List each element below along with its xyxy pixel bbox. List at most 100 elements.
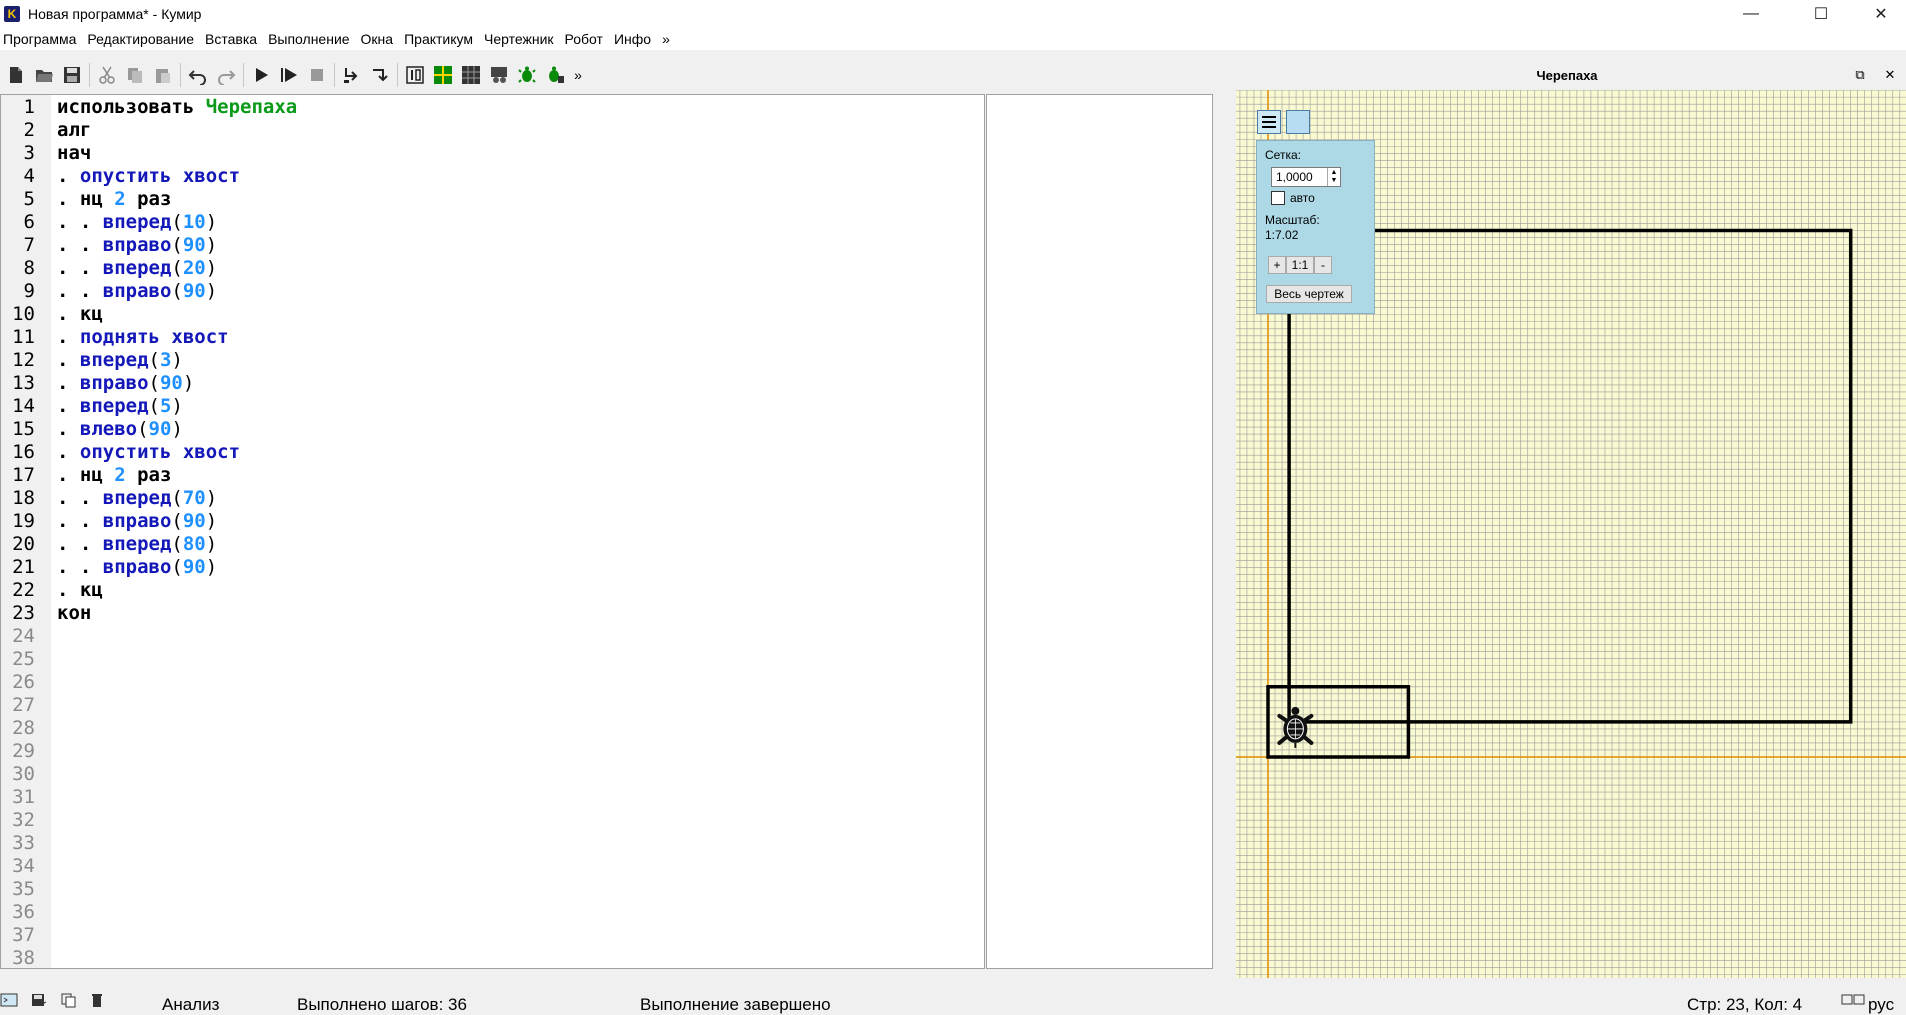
menu-draftsman[interactable]: Чертежник — [481, 31, 562, 47]
code-line[interactable]: . . вправо(90) — [57, 510, 217, 532]
maximize-button[interactable]: ☐ — [1798, 0, 1844, 28]
code-token: вправо — [102, 280, 172, 302]
code-line[interactable]: . вперед(3) — [57, 349, 183, 371]
turtle-green-icon[interactable] — [513, 61, 541, 89]
hamburger-menu-icon[interactable] — [1257, 110, 1281, 134]
cut-icon[interactable] — [93, 61, 121, 89]
toolbar-overflow[interactable]: » — [569, 61, 587, 89]
code-token: нач — [57, 142, 92, 164]
step-over-icon[interactable] — [338, 61, 366, 89]
code-line[interactable]: . поднять хвост — [57, 326, 229, 348]
code-token: ( — [137, 418, 149, 440]
code-line[interactable]: . кц — [57, 579, 103, 601]
code-line[interactable]: . . вправо(90) — [57, 556, 217, 578]
code-token: раз — [125, 188, 172, 210]
menu-program[interactable]: Программа — [0, 31, 84, 47]
save-icon[interactable] — [58, 61, 86, 89]
code-line[interactable]: . опустить хвост — [57, 165, 240, 187]
language-indicator[interactable]: рус — [1868, 995, 1894, 1015]
code-line[interactable]: . кц — [57, 303, 103, 325]
code-line[interactable]: . вправо(90) — [57, 372, 194, 394]
close-panel-icon[interactable]: ✕ — [1882, 67, 1898, 83]
code-editor[interactable]: 1 2 3 4 5 6 7 8 9 10 11 12 13 14 15 16 17 18 19 20 21 22 23 24 2… — [0, 94, 985, 969]
float-window-icon[interactable]: ⧉ — [1852, 67, 1868, 83]
code-token: . . — [57, 510, 103, 532]
code-token: . — [57, 372, 80, 394]
step-run-icon[interactable] — [275, 61, 303, 89]
code-token: раз — [125, 464, 172, 486]
execution-status: Выполнение завершено — [640, 995, 831, 1014]
turtle-panel-title: Черепаха — [1536, 67, 1598, 83]
code-line[interactable]: . нц 2 раз — [57, 188, 171, 210]
line-number: 38 — [12, 947, 35, 969]
code-token: 3 — [159, 349, 172, 371]
grid-step-spinner[interactable]: ▲ ▼ — [1327, 168, 1340, 186]
zoom-out-button[interactable]: - — [1314, 256, 1332, 274]
code-line[interactable]: . опустить хвост — [57, 441, 240, 463]
menu-info[interactable]: Инфо — [611, 31, 659, 47]
menu-edit[interactable]: Редактирование — [84, 31, 202, 47]
code-line[interactable]: использовать Черепаха — [57, 96, 297, 118]
auto-checkbox[interactable] — [1271, 191, 1285, 205]
zoom-reset-button[interactable]: 1:1 — [1286, 256, 1314, 274]
code-line[interactable]: . . вперед(10) — [57, 211, 217, 233]
code-line[interactable]: . вперед(5) — [57, 395, 183, 417]
zoom-in-button[interactable]: + — [1268, 256, 1286, 274]
copy-output-icon[interactable] — [60, 992, 78, 1008]
redo-icon[interactable] — [212, 61, 240, 89]
code-token: . нц — [57, 188, 115, 210]
code-line[interactable]: кон — [57, 602, 91, 624]
code-token: вперед — [102, 487, 172, 509]
code-line[interactable]: . нц 2 раз — [57, 464, 171, 486]
save-output-icon[interactable] — [30, 992, 48, 1008]
line-number: 32 — [12, 809, 35, 831]
code-line[interactable]: . . вперед(80) — [57, 533, 217, 555]
step-into-icon[interactable] — [366, 61, 394, 89]
code-line[interactable]: . . вправо(90) — [57, 280, 217, 302]
open-folder-icon[interactable] — [30, 61, 58, 89]
grid-green-icon[interactable] — [429, 61, 457, 89]
grid-dark-icon[interactable] — [457, 61, 485, 89]
code-token: ( — [171, 556, 183, 578]
code-line[interactable]: . . вперед(20) — [57, 257, 217, 279]
run-icon[interactable] — [247, 61, 275, 89]
menu-robot[interactable]: Робот — [562, 31, 611, 47]
undo-icon[interactable] — [184, 61, 212, 89]
line-number: 28 — [12, 717, 35, 739]
code-token: вправо — [102, 234, 172, 256]
code-line[interactable]: . . вперед(70) — [57, 487, 217, 509]
menu-run[interactable]: Выполнение — [265, 31, 357, 47]
menu-practicum[interactable]: Практикум — [401, 31, 481, 47]
code-line[interactable]: . влево(90) — [57, 418, 183, 440]
robot-pult-icon[interactable] — [485, 61, 513, 89]
new-file-icon[interactable] — [2, 61, 30, 89]
minimize-button[interactable]: — — [1728, 0, 1774, 28]
stop-icon[interactable] — [303, 61, 331, 89]
margin-panel[interactable] — [986, 94, 1213, 969]
code-line[interactable]: алг — [57, 119, 91, 141]
menu-overflow[interactable]: » — [659, 31, 678, 47]
code-token: алг — [57, 119, 92, 141]
code-token: . — [57, 349, 80, 371]
turtle-pult-icon[interactable] — [541, 61, 569, 89]
code-line[interactable]: нач — [57, 142, 91, 164]
clear-output-icon[interactable] — [88, 992, 106, 1008]
code-token: ( — [148, 395, 160, 417]
code-line[interactable]: . . вправо(90) — [57, 234, 217, 256]
console-icon[interactable] — [0, 992, 18, 1008]
code-token: использовать — [57, 96, 206, 118]
code-token: . . — [57, 556, 103, 578]
close-button[interactable]: ✕ — [1858, 0, 1904, 28]
line-number: 10 — [12, 303, 35, 325]
copy-icon[interactable] — [121, 61, 149, 89]
counter-icon[interactable] — [401, 61, 429, 89]
code-token: . . — [57, 257, 103, 279]
code-token: ( — [171, 487, 183, 509]
turtle-icon — [1277, 706, 1314, 748]
paste-icon[interactable] — [149, 61, 177, 89]
whole-drawing-button[interactable]: Весь чертеж — [1266, 285, 1352, 303]
menu-insert[interactable]: Вставка — [202, 31, 265, 47]
color-swatch-button[interactable] — [1286, 110, 1310, 134]
line-number: 14 — [12, 395, 35, 417]
menu-windows[interactable]: Окна — [358, 31, 402, 47]
